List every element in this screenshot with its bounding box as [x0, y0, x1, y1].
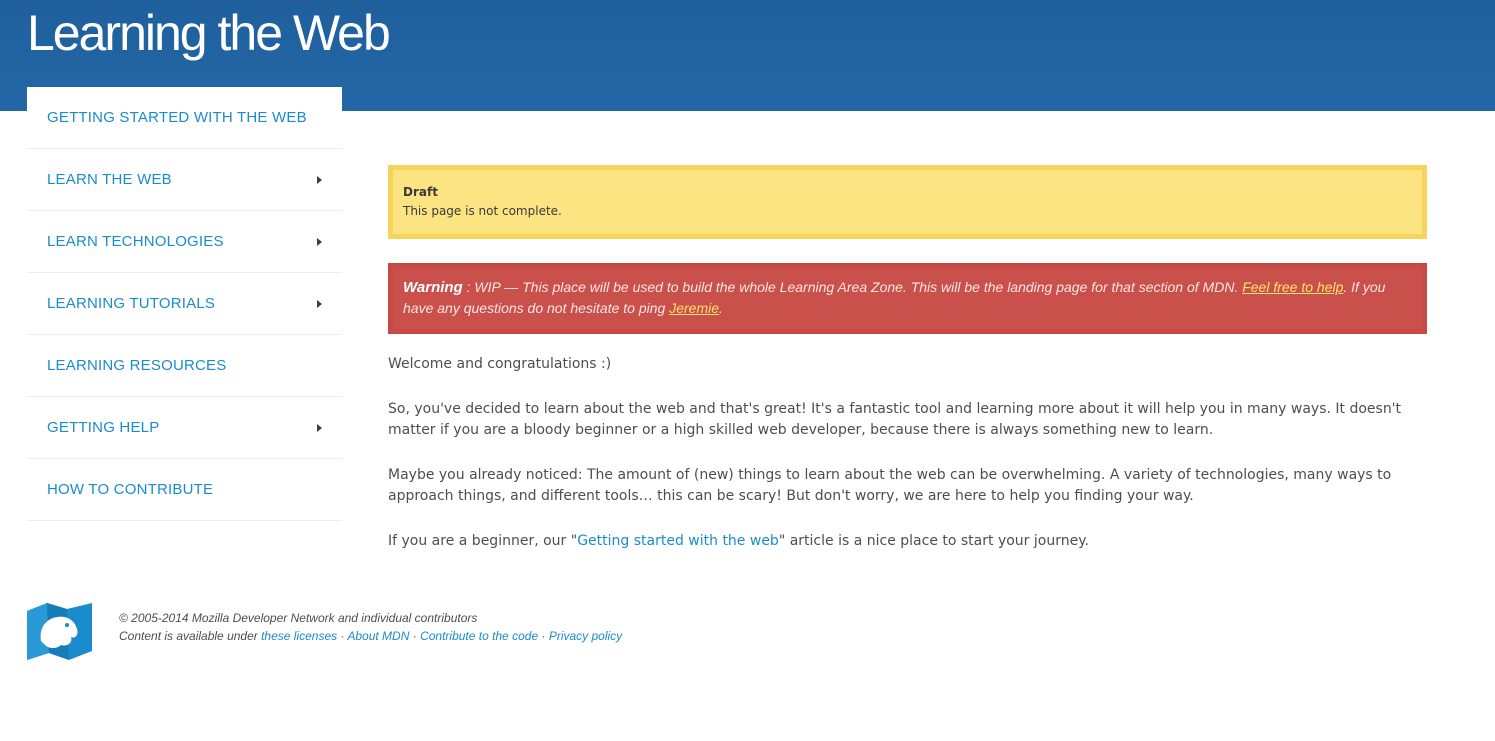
- beginner-text-end: " article is a nice place to start your …: [778, 533, 1089, 549]
- feel-free-to-help-link[interactable]: Feel free to help: [1242, 279, 1343, 295]
- about-mdn-link[interactable]: About MDN: [347, 629, 409, 643]
- caret-right-icon: [317, 176, 322, 184]
- intro-paragraph: So, you've decided to learn about the we…: [388, 401, 1402, 438]
- sidebar-item-label: How to contribute: [47, 481, 214, 498]
- footer-content-prefix: Content is available under: [119, 629, 262, 643]
- sidebar-nav: Getting started with the web Learn the W…: [27, 87, 342, 521]
- beginner-text: If you are a beginner, our ": [388, 533, 578, 549]
- warning-text: WIP — This place will be used to build t…: [474, 279, 1243, 295]
- sidebar-item-learning-tutorials[interactable]: Learning tutorials: [27, 273, 342, 335]
- welcome-paragraph: Welcome and congratulations :): [388, 356, 612, 372]
- footer-separator: ·: [409, 629, 421, 643]
- footer-licenses-line: Content is available under these license…: [119, 627, 622, 645]
- sidebar-item-learning-resources[interactable]: Learning resources: [27, 335, 342, 397]
- page-title: Learning the Web: [27, 5, 391, 61]
- sidebar-item-getting-help[interactable]: Getting help: [27, 397, 342, 459]
- warning-text-3: .: [719, 300, 723, 316]
- warning-label: Warning: [403, 279, 463, 296]
- footer-copyright: © 2005-2014 Mozilla Developer Network an…: [119, 611, 478, 625]
- sidebar-item-learn-the-web[interactable]: Learn the Web: [27, 149, 342, 211]
- sidebar-item-label: Getting started with the web: [47, 109, 307, 126]
- warning-separator: :: [462, 279, 475, 295]
- mdn-logo-icon[interactable]: [27, 603, 92, 660]
- footer-separator: ·: [337, 629, 348, 643]
- jeremie-link[interactable]: Jeremie: [669, 300, 719, 316]
- sidebar-item-learn-technologies[interactable]: Learn technologies: [27, 211, 342, 273]
- contribute-code-link[interactable]: Contribute to the code: [420, 629, 538, 643]
- overwhelming-paragraph: Maybe you already noticed: The amount of…: [388, 467, 1392, 504]
- sidebar-item-label: Learning resources: [47, 357, 227, 374]
- privacy-policy-link[interactable]: Privacy policy: [549, 629, 622, 643]
- licenses-link[interactable]: these licenses: [261, 629, 337, 643]
- sidebar-item-label: Learn technologies: [47, 233, 224, 250]
- sidebar-item-label: Learn the Web: [47, 171, 172, 188]
- main-content: Draft This page is not complete. Warning…: [388, 165, 1427, 552]
- caret-right-icon: [317, 300, 322, 308]
- sidebar-item-label: Getting help: [47, 419, 160, 436]
- beginner-paragraph: If you are a beginner, our "Getting star…: [388, 531, 1427, 552]
- sidebar-item-label: Learning tutorials: [47, 295, 216, 312]
- sidebar-item-how-to-contribute[interactable]: How to contribute: [27, 459, 342, 521]
- warning-notice: Warning : WIP — This place will be used …: [388, 263, 1427, 334]
- draft-notice: Draft This page is not complete.: [388, 165, 1427, 239]
- getting-started-link[interactable]: Getting started with the web: [577, 533, 779, 549]
- footer: © 2005-2014 Mozilla Developer Network an…: [119, 609, 622, 645]
- caret-right-icon: [317, 424, 322, 432]
- draft-title: Draft: [403, 185, 438, 199]
- caret-right-icon: [317, 238, 322, 246]
- sidebar-item-getting-started[interactable]: Getting started with the web: [27, 87, 342, 149]
- footer-separator: ·: [538, 629, 549, 643]
- draft-text: This page is not complete.: [403, 204, 562, 218]
